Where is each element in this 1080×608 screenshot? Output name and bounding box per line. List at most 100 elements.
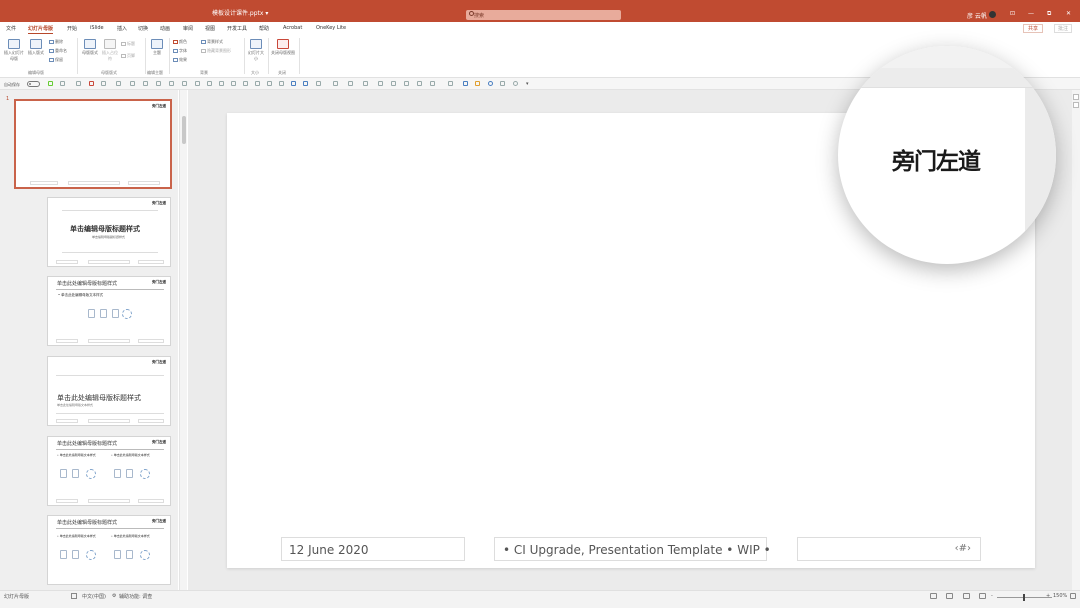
scroll-up-arrow[interactable] [1073, 94, 1079, 100]
align-left-icon[interactable] [195, 81, 200, 86]
insert-layout-button[interactable]: 插入版式 [26, 39, 46, 56]
slide-sorter-icon[interactable] [946, 593, 953, 599]
record-icon[interactable] [513, 81, 518, 86]
save-icon[interactable] [48, 81, 53, 86]
fit-slide-icon[interactable] [1070, 593, 1076, 599]
tab-slide-master[interactable]: 幻灯片母版 [28, 25, 54, 34]
zoom-slider-thumb[interactable] [1023, 594, 1025, 601]
align-middle-icon[interactable] [243, 81, 248, 86]
thumbnail-title-layout[interactable]: 旁门左道 单击编辑母版标题样式 单击编辑母版副标题样式 [47, 197, 171, 267]
user-name[interactable]: 彦 云帆 [967, 11, 987, 20]
reading-view-icon[interactable] [963, 593, 970, 599]
close-master-view-button[interactable]: 关闭母版视图 [271, 39, 295, 56]
zoom-level[interactable]: 150% [1053, 593, 1067, 599]
footer-date-placeholder[interactable]: 12 June 2020 [281, 537, 465, 561]
customize-toolbar-icon[interactable]: ▾ [526, 81, 531, 87]
slide-view-icon[interactable] [76, 81, 81, 86]
comment-button[interactable]: 批注 [1054, 24, 1073, 33]
insert-placeholder-button[interactable]: 插入占位符 [102, 39, 118, 62]
zoom-out-button[interactable]: - [991, 593, 993, 599]
align-right-icon[interactable] [219, 81, 224, 86]
flip-icon[interactable] [279, 81, 284, 86]
close-icon[interactable] [89, 81, 94, 86]
hide-background-checkbox[interactable]: 隐藏背景图形 [201, 48, 231, 54]
tab-animations[interactable]: 动画 [160, 25, 170, 32]
tab-home[interactable]: 开始 [67, 25, 77, 32]
close-button[interactable]: ✕ [1066, 10, 1071, 17]
rotate-icon[interactable] [267, 81, 272, 86]
picture-icon[interactable] [463, 81, 468, 86]
restore-button[interactable]: ⧉ [1047, 10, 1051, 18]
copy-icon[interactable] [143, 81, 148, 86]
tab-transitions[interactable]: 切换 [138, 25, 148, 32]
canvas-scrollbar[interactable] [1072, 90, 1080, 590]
thumbnail-scrollbar[interactable] [179, 90, 187, 590]
text-color-icon[interactable] [333, 81, 338, 86]
fonts-button[interactable]: 字体 [173, 48, 187, 54]
thumbnail-comparison-layout[interactable]: 旁门左道 单击此处编辑母版标题样式 • 单击此处编辑母版文本样式 • 单击此处编… [47, 515, 171, 585]
footer-center-placeholder[interactable]: • CI Upgrade, Presentation Template • WI… [494, 537, 771, 561]
crop-icon[interactable] [448, 81, 453, 86]
avatar[interactable] [989, 11, 996, 18]
rename-button[interactable]: 重命名 [49, 48, 67, 54]
scrollbar-thumb[interactable] [182, 116, 186, 144]
ribbon-display-options-icon[interactable]: ⊡ [1010, 10, 1015, 17]
theme-button[interactable]: 主题 [149, 39, 165, 56]
pen-icon[interactable] [378, 81, 383, 86]
format-icon[interactable] [169, 81, 174, 86]
tab-help[interactable]: 帮助 [259, 25, 269, 32]
align-bottom-icon[interactable] [255, 81, 260, 86]
chart-icon[interactable] [475, 81, 480, 86]
delete-button[interactable]: 删除 [49, 39, 63, 45]
eyedropper-icon[interactable] [391, 81, 396, 86]
tab-islide[interactable]: iSlide [90, 25, 104, 31]
fill-color-icon[interactable] [348, 81, 353, 86]
brush-icon[interactable] [404, 81, 409, 86]
normal-view-icon[interactable] [930, 593, 937, 599]
ungroup-icon[interactable] [303, 81, 308, 86]
layout-icon[interactable] [116, 81, 121, 86]
zoom-in-button[interactable]: + [1046, 593, 1050, 599]
tab-acrobat[interactable]: Acrobat [283, 25, 302, 31]
minimize-button[interactable]: — [1028, 10, 1034, 17]
master-layout-button[interactable]: 母版版式 [80, 39, 100, 56]
align-center-icon[interactable] [207, 81, 212, 86]
slideshow-icon[interactable] [979, 593, 986, 599]
group-icon[interactable] [291, 81, 296, 86]
colors-button[interactable]: 颜色 [173, 39, 187, 45]
distribute-icon[interactable] [182, 81, 187, 86]
outline-icon[interactable] [363, 81, 368, 86]
thumbnail-section-layout[interactable]: 旁门左道 单击此处编辑母版标题样式 单击此处编辑母版文本样式 [47, 356, 171, 426]
language-label[interactable]: 中文(中国) [82, 593, 106, 600]
share-button[interactable]: 共享 [1023, 24, 1044, 33]
tag-icon[interactable] [417, 81, 422, 86]
shape-icon[interactable] [316, 81, 321, 86]
thumbnail-two-content-layout[interactable]: 旁门左道 单击此处编辑母版标题样式 • 单击此处编辑母版文本样式 • 单击此处编… [47, 436, 171, 506]
document-name[interactable]: 模板设计课件.pptx ▾ [212, 8, 268, 17]
autosave-toggle[interactable] [27, 81, 40, 87]
accessibility-label[interactable]: 辅助功能: 调查 [119, 593, 152, 600]
search-box[interactable]: 搜索 [466, 10, 621, 20]
undo-icon[interactable] [60, 81, 65, 86]
preserve-button[interactable]: 保留 [49, 57, 63, 63]
globe-icon[interactable] [488, 81, 493, 86]
effects-button[interactable]: 效果 [173, 57, 187, 63]
tab-file[interactable]: 文件 [6, 25, 16, 32]
footer-checkbox[interactable]: 页脚 [121, 53, 135, 59]
thumbnail-slide-master[interactable]: 旁门左道 [14, 99, 172, 189]
table-icon[interactable] [430, 81, 435, 86]
title-checkbox[interactable]: 标题 [121, 41, 135, 47]
tab-insert[interactable]: 插入 [117, 25, 127, 32]
slide-size-button[interactable]: 幻灯片大小 [247, 39, 265, 62]
link-icon[interactable] [500, 81, 505, 86]
background-styles-button[interactable]: 背景样式 [201, 39, 223, 45]
scroll-up-arrow[interactable] [1073, 102, 1079, 108]
thumbnail-content-layout[interactable]: 旁门左道 单击此处编辑母版标题样式 • 单击此处编辑母版文本样式 [47, 276, 171, 346]
align-icon[interactable] [130, 81, 135, 86]
tab-review[interactable]: 审阅 [183, 25, 193, 32]
align-top-icon[interactable] [231, 81, 236, 86]
spellcheck-icon[interactable] [71, 593, 77, 599]
grid-icon[interactable] [101, 81, 106, 86]
tab-view[interactable]: 视图 [205, 25, 215, 32]
insert-slide-master-button[interactable]: 插入幻灯片母版 [3, 39, 25, 62]
